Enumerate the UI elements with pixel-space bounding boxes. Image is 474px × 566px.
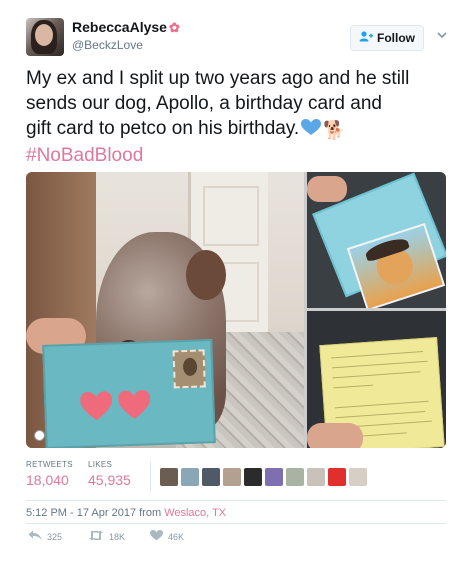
display-name[interactable]: RebeccaAlyse ✿ — [72, 19, 180, 36]
like-count: 46K — [168, 532, 185, 542]
liker-avatar[interactable] — [244, 468, 262, 486]
follow-button[interactable]: Follow — [350, 25, 424, 51]
display-name-text: RebeccaAlyse — [72, 19, 167, 35]
blue-heart-icon — [301, 118, 322, 135]
retweet-icon — [88, 530, 104, 544]
photo-handwritten-note[interactable] — [307, 311, 446, 448]
stats-divider — [150, 462, 151, 492]
tweet-timestamp: 5:12 PM - 17 Apr 2017 from Weslaco, TX — [26, 507, 226, 519]
liker-avatar[interactable] — [202, 468, 220, 486]
add-person-icon — [359, 31, 373, 45]
liker-avatar[interactable] — [223, 468, 241, 486]
hashtag-link[interactable]: #NoBadBlood — [26, 143, 451, 168]
like-button[interactable]: 46K — [150, 530, 184, 544]
avatar[interactable] — [26, 18, 64, 56]
reply-icon — [28, 530, 42, 544]
divider — [26, 523, 446, 524]
retweets-label: RETWEETS — [26, 460, 73, 469]
liker-avatar[interactable] — [265, 468, 283, 486]
likes-value: 45,935 — [88, 472, 131, 488]
reply-button[interactable]: 325 — [28, 530, 62, 544]
timestamp-text[interactable]: 5:12 PM - 17 Apr 2017 from — [26, 507, 164, 519]
chevron-down-icon[interactable] — [437, 30, 447, 42]
tweet-stats: RETWEETS 18,040 LIKES 45,935 — [26, 460, 456, 500]
photo-dog-with-envelope[interactable] — [26, 172, 304, 448]
stamp — [172, 349, 206, 389]
divider — [26, 500, 446, 501]
media-gallery[interactable] — [26, 172, 446, 448]
tweet-line-3: gift card to petco on his birthday. 🐕 — [26, 116, 451, 143]
flower-emoji-icon: ✿ — [168, 20, 180, 35]
likes-stat[interactable]: LIKES 45,935 — [88, 460, 131, 488]
retweet-button[interactable]: 18K — [88, 530, 125, 544]
tweet-line-2: sends our dog, Apollo, a birthday card a… — [26, 93, 382, 114]
liker-avatar[interactable] — [328, 468, 346, 486]
reply-count: 325 — [47, 532, 63, 542]
media-badge-icon — [34, 430, 45, 441]
tweet-actions: 325 18K 46K — [28, 530, 328, 550]
photo-birthday-card[interactable] — [307, 172, 446, 308]
liker-avatar[interactable] — [286, 468, 304, 486]
envelope — [42, 339, 216, 448]
likes-label: LIKES — [88, 460, 113, 469]
tweet-line-1: My ex and I split up two years ago and h… — [26, 68, 410, 89]
tweet-line-3-text: gift card to petco on his birthday. — [26, 118, 300, 139]
heart-icon — [150, 530, 163, 544]
dog-emoji-icon: 🐕 — [323, 120, 346, 140]
tweet-header: RebeccaAlyse ✿ @BeckzLove Follow — [26, 16, 456, 60]
tweet-text: My ex and I split up two years ago and h… — [26, 66, 451, 168]
retweets-stat[interactable]: RETWEETS 18,040 — [26, 460, 73, 488]
liker-avatar[interactable] — [160, 468, 178, 486]
liker-avatar[interactable] — [349, 468, 367, 486]
liker-avatar[interactable] — [181, 468, 199, 486]
follow-button-label: Follow — [377, 31, 415, 45]
retweets-value: 18,040 — [26, 472, 69, 488]
retweet-count: 18K — [109, 532, 126, 542]
liker-avatar[interactable] — [307, 468, 325, 486]
user-handle[interactable]: @BeckzLove — [72, 38, 143, 52]
liker-avatars — [160, 468, 367, 486]
location-link[interactable]: Weslaco, TX — [164, 507, 226, 519]
